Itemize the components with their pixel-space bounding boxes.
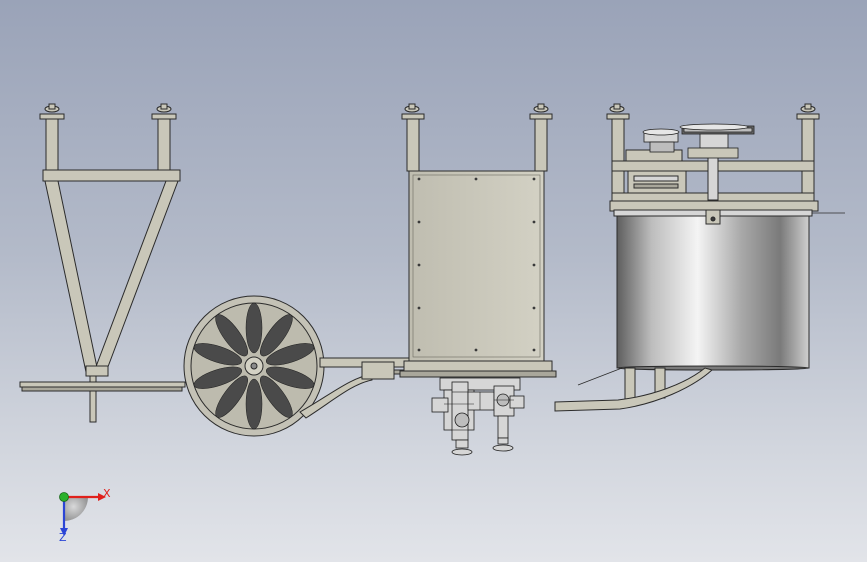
leveling-foot-left — [44, 103, 60, 113]
y-axis-dot — [59, 492, 69, 502]
x-axis-label: X — [103, 487, 111, 500]
leveling-foot-tank-right — [800, 103, 816, 113]
leveling-foot-cabinet-right — [533, 103, 549, 113]
leveling-foot-tank-left — [609, 103, 625, 113]
coordinate-triad: X Z — [59, 487, 111, 544]
steel-tank — [613, 209, 813, 371]
leveling-foot-right — [156, 103, 172, 113]
cad-viewport[interactable]: X Z — [0, 0, 867, 562]
control-cabinet — [399, 103, 557, 378]
hopper-frame — [19, 103, 186, 423]
pump-assembly — [431, 377, 525, 456]
assembly-drawing: X Z — [19, 103, 845, 544]
z-axis-label: Z — [59, 531, 67, 544]
leveling-foot-cabinet-left — [404, 103, 420, 113]
